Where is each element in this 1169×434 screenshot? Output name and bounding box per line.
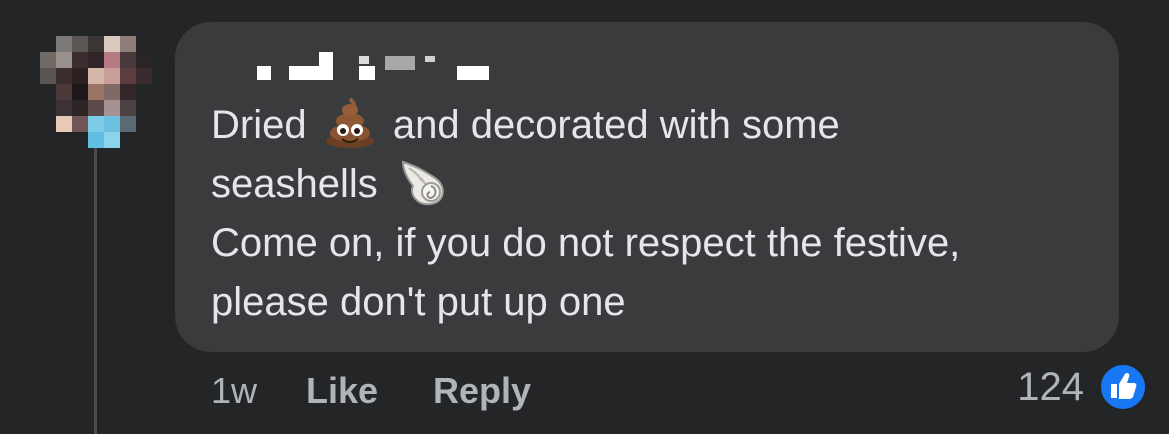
spiral-shell-emoji-icon	[401, 161, 444, 206]
comment-line-1: Dried and decorated with some	[211, 96, 1101, 155]
like-button[interactable]: Like	[306, 364, 378, 418]
reaction-count[interactable]: 124	[990, 360, 1084, 414]
avatar[interactable]	[40, 36, 156, 152]
comment-text-segment: Dried	[211, 103, 307, 147]
poop-emoji-icon	[325, 98, 374, 149]
reply-button[interactable]: Reply	[433, 364, 531, 418]
comment-text-segment: Come on, if you do not respect the festi…	[211, 221, 961, 265]
comment-text: Dried and decorated with some seashells	[211, 96, 1101, 332]
comment-line-3: Come on, if you do not respect the festi…	[211, 214, 1101, 273]
thumbs-up-icon[interactable]	[1098, 362, 1148, 412]
comment-line-4: please don't put up one	[211, 273, 1101, 332]
comment-timestamp[interactable]: 1w	[211, 364, 257, 418]
comment-thread: Dried and decorated with some seashells	[0, 0, 1169, 434]
comment-line-2: seashells	[211, 155, 1101, 214]
comment-text-segment: please don't put up one	[211, 280, 626, 324]
comment-text-segment: and decorated with some	[392, 103, 840, 147]
thread-connector-line	[94, 148, 97, 434]
author-name-redacted[interactable]	[255, 50, 495, 84]
comment-text-segment: seashells	[211, 162, 378, 206]
